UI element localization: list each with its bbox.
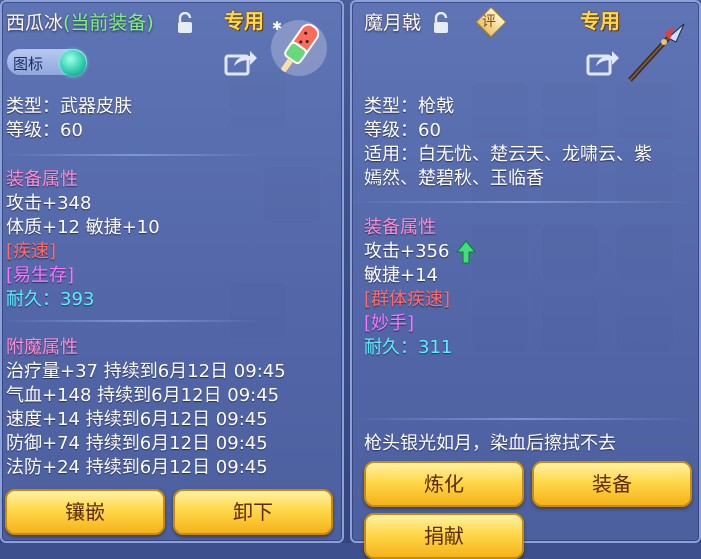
enchant-defense: 防御+74 持续到6月12日 09:45 <box>6 433 268 454</box>
item-level: 等级：60 <box>364 120 441 141</box>
item-level: 等级：60 <box>6 120 83 141</box>
equip-attr-header: 装备属性 <box>364 217 436 238</box>
skill-haste: [疾速] <box>6 241 57 262</box>
lock-icon[interactable] <box>432 12 450 34</box>
item-title: 西瓜冰(当前装备) <box>6 8 154 35</box>
toggle-knob <box>60 50 86 76</box>
share-icon[interactable] <box>586 48 620 76</box>
exclusive-label: 专用 <box>224 9 264 33</box>
enchant-hp: 气血+148 持续到6月12日 09:45 <box>6 385 280 406</box>
durability-label: 耐久： <box>364 337 418 358</box>
attack-stat: 攻击+356 <box>364 241 450 262</box>
usable-by-line1: 适用：白无忧、楚云天、龙啸云、紫 <box>364 144 652 165</box>
up-arrow-icon <box>456 240 476 264</box>
donate-button[interactable]: 捐献 <box>364 513 524 559</box>
flavor-text: 枪头银光如月，染血后擦拭不去 <box>364 433 616 454</box>
inlay-button[interactable]: 镶嵌 <box>5 489 165 535</box>
attack-stat: 攻击+348 <box>6 193 92 214</box>
review-badge-icon[interactable]: 评 <box>475 6 507 38</box>
enchant-mdef: 法防+24 持续到6月12日 09:45 <box>6 457 268 478</box>
enchant-heal: 治疗量+37 持续到6月12日 09:45 <box>6 361 286 382</box>
skill-survival: [易生存] <box>6 265 75 286</box>
lock-icon[interactable] <box>176 12 194 34</box>
exclusive-label: 专用 <box>580 9 620 33</box>
skill-deft-hand: [妙手] <box>364 313 415 334</box>
halberd-icon <box>628 23 685 82</box>
compare-item-panel: 魔月戟 评 专用 类型：枪戟 等级：60 适用：白无忧、楚云天、龙啸云、紫 嫣然… <box>350 0 701 559</box>
current-item-panel: 西瓜冰(当前装备) 专用 图标 ✱ 类型：武器皮肤 等级：60 装备属性 攻击+… <box>0 0 344 543</box>
item-type: 类型：枪戟 <box>364 96 454 117</box>
equip-button[interactable]: 装备 <box>532 461 692 507</box>
item-title: 魔月戟 <box>364 12 422 34</box>
usable-by-line2: 嫣然、楚碧秋、玉临香 <box>364 168 544 189</box>
durability: 耐久：311 <box>364 336 452 360</box>
icon-toggle[interactable]: 图标 <box>6 48 88 76</box>
durability-label: 耐久： <box>6 289 60 310</box>
item-name: 西瓜冰 <box>6 12 64 34</box>
divider <box>352 418 692 420</box>
durability-value: 393 <box>60 289 95 310</box>
skill-group-haste: [群体疾速] <box>364 289 451 310</box>
enchant-header: 附魔属性 <box>6 337 78 358</box>
svg-text:✱: ✱ <box>272 19 282 33</box>
current-equip-status: (当前装备) <box>63 12 154 34</box>
share-icon[interactable] <box>224 48 258 76</box>
unequip-button[interactable]: 卸下 <box>173 489 333 535</box>
refine-button[interactable]: 炼化 <box>364 461 524 507</box>
item-type: 类型：武器皮肤 <box>6 96 132 117</box>
durability: 耐久：393 <box>6 288 94 312</box>
enchant-speed: 速度+14 持续到6月12日 09:45 <box>6 409 268 430</box>
review-badge-label: 评 <box>482 14 496 30</box>
phys-agi-stat: 体质+12 敏捷+10 <box>6 217 160 238</box>
divider <box>2 320 262 322</box>
toggle-label: 图标 <box>13 55 44 73</box>
popsicle-skin-icon: ✱ <box>271 19 327 76</box>
divider <box>2 154 262 156</box>
equip-attr-header: 装备属性 <box>6 169 78 190</box>
divider <box>352 201 692 203</box>
agility-stat: 敏捷+14 <box>364 265 438 286</box>
durability-value: 311 <box>418 337 453 358</box>
